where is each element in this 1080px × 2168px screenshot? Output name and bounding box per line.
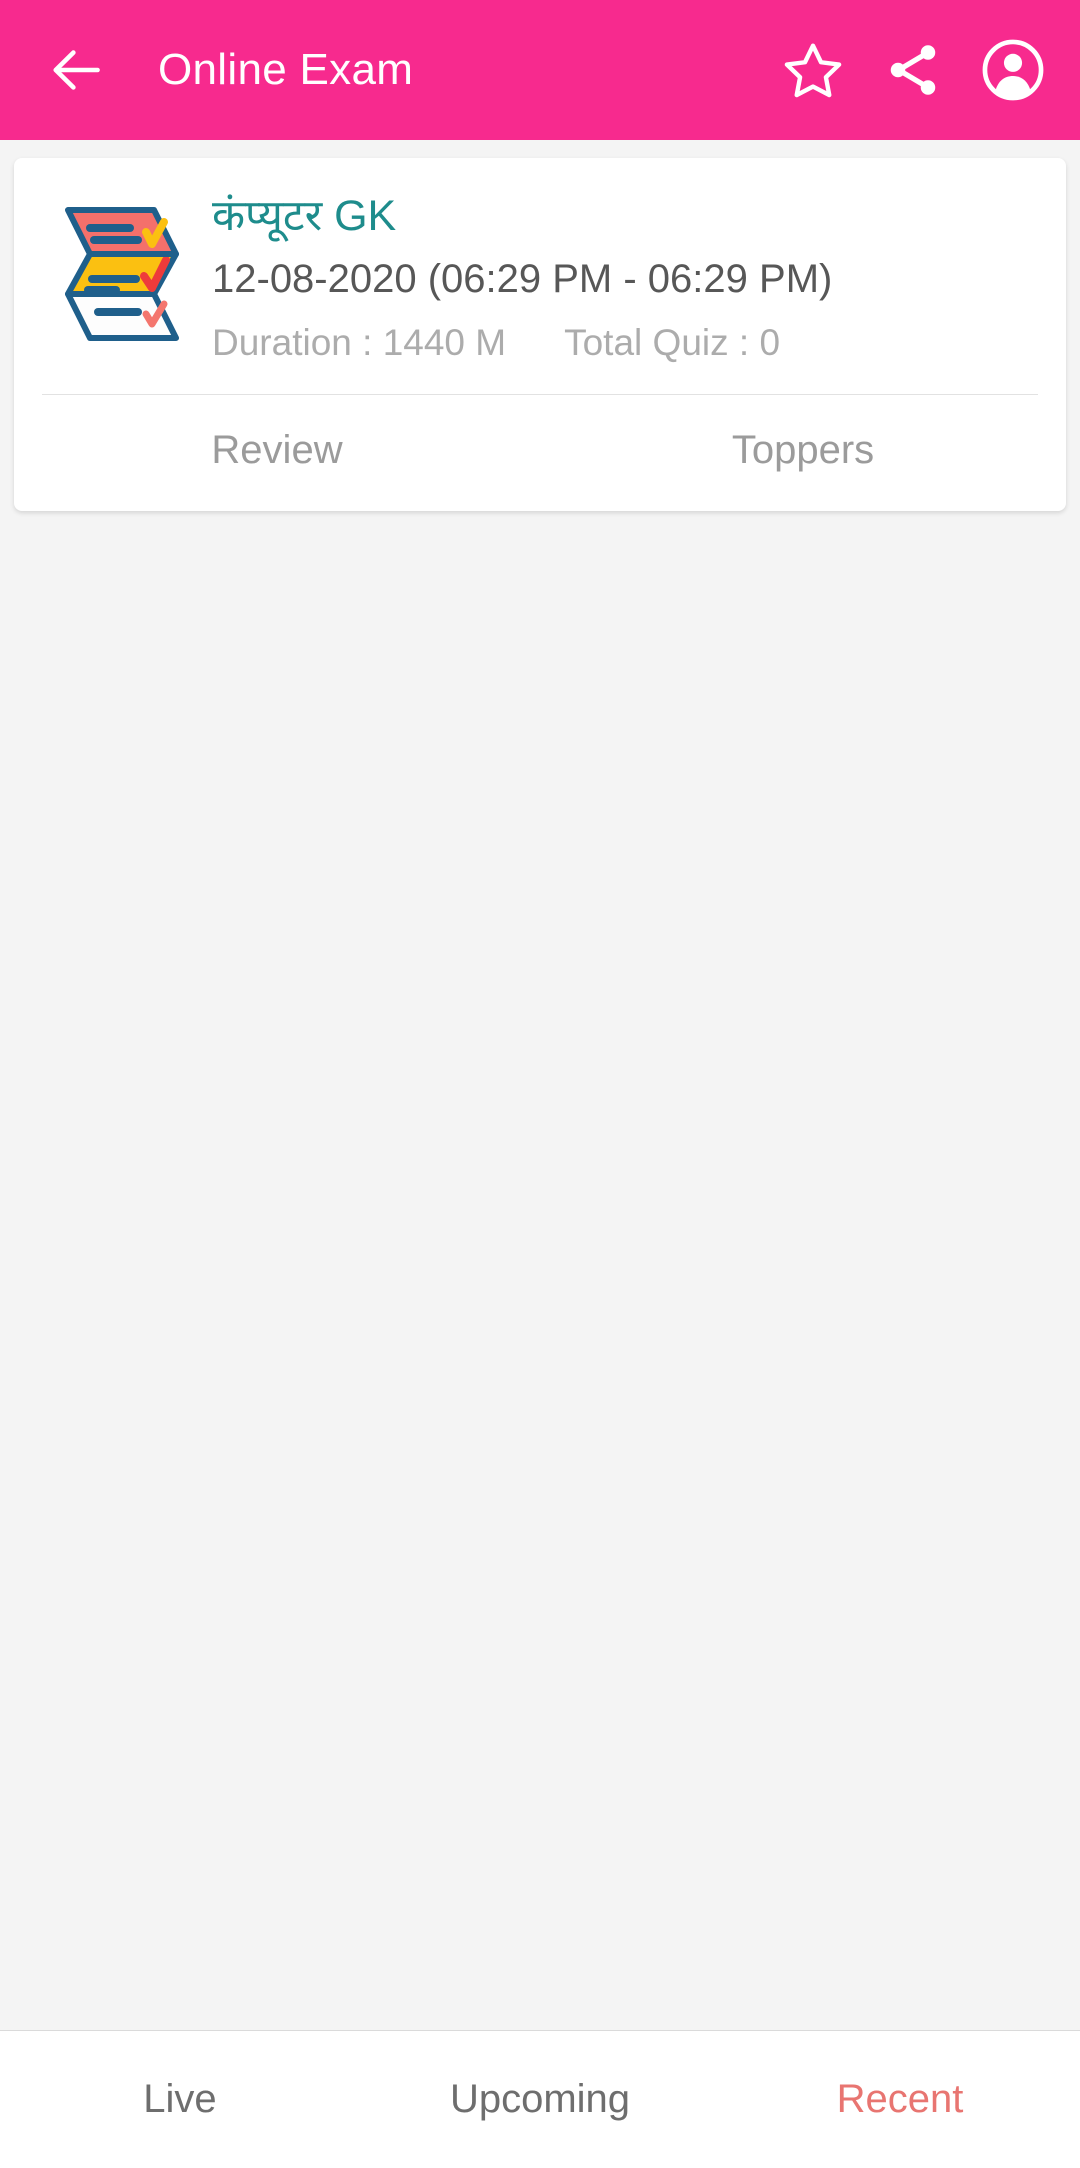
app-bar: Online Exam	[0, 0, 1080, 140]
card-actions: Review Toppers	[14, 395, 1066, 511]
arrow-left-icon	[48, 41, 106, 99]
page-title: Online Exam	[158, 45, 414, 94]
share-icon	[883, 40, 943, 100]
quiz-total: Total Quiz : 0	[564, 322, 781, 364]
quiz-datetime: 12-08-2020 (06:29 PM - 06:29 PM)	[212, 257, 833, 302]
quiz-duration: Duration : 1440 M	[212, 322, 507, 364]
back-button[interactable]	[46, 39, 108, 101]
nav-item-live[interactable]: Live	[0, 2077, 360, 2122]
exam-card-body: कंप्यूटर GK 12-08-2020 (06:29 PM - 06:29…	[14, 158, 1066, 384]
share-button[interactable]	[882, 39, 944, 101]
review-button[interactable]: Review	[14, 395, 540, 511]
quiz-meta: Duration : 1440 M Total Quiz : 0	[212, 321, 1038, 365]
nav-item-upcoming[interactable]: Upcoming	[360, 2077, 720, 2122]
favorite-star-icon	[782, 39, 844, 101]
app-root: Online Exam कंप्यूटर GK 12-08-2020 (06:2…	[0, 0, 1080, 2168]
favorite-button[interactable]	[782, 39, 844, 101]
account-circle-icon	[980, 37, 1046, 103]
exam-thumbnail	[42, 190, 192, 350]
quiz-title: कंप्यूटर GK	[212, 192, 397, 240]
appbar-actions	[782, 39, 1044, 101]
account-button[interactable]	[982, 39, 1044, 101]
bottom-navigation: Live Upcoming Recent	[0, 2030, 1080, 2168]
content-area: कंप्यूटर GK 12-08-2020 (06:29 PM - 06:29…	[0, 140, 1080, 2030]
exam-sheets-icon	[46, 196, 188, 348]
exam-card[interactable]: कंप्यूटर GK 12-08-2020 (06:29 PM - 06:29…	[14, 158, 1066, 511]
nav-item-recent[interactable]: Recent	[720, 2077, 1080, 2122]
toppers-button[interactable]: Toppers	[540, 395, 1066, 511]
exam-card-info: कंप्यूटर GK 12-08-2020 (06:29 PM - 06:29…	[192, 190, 1038, 366]
